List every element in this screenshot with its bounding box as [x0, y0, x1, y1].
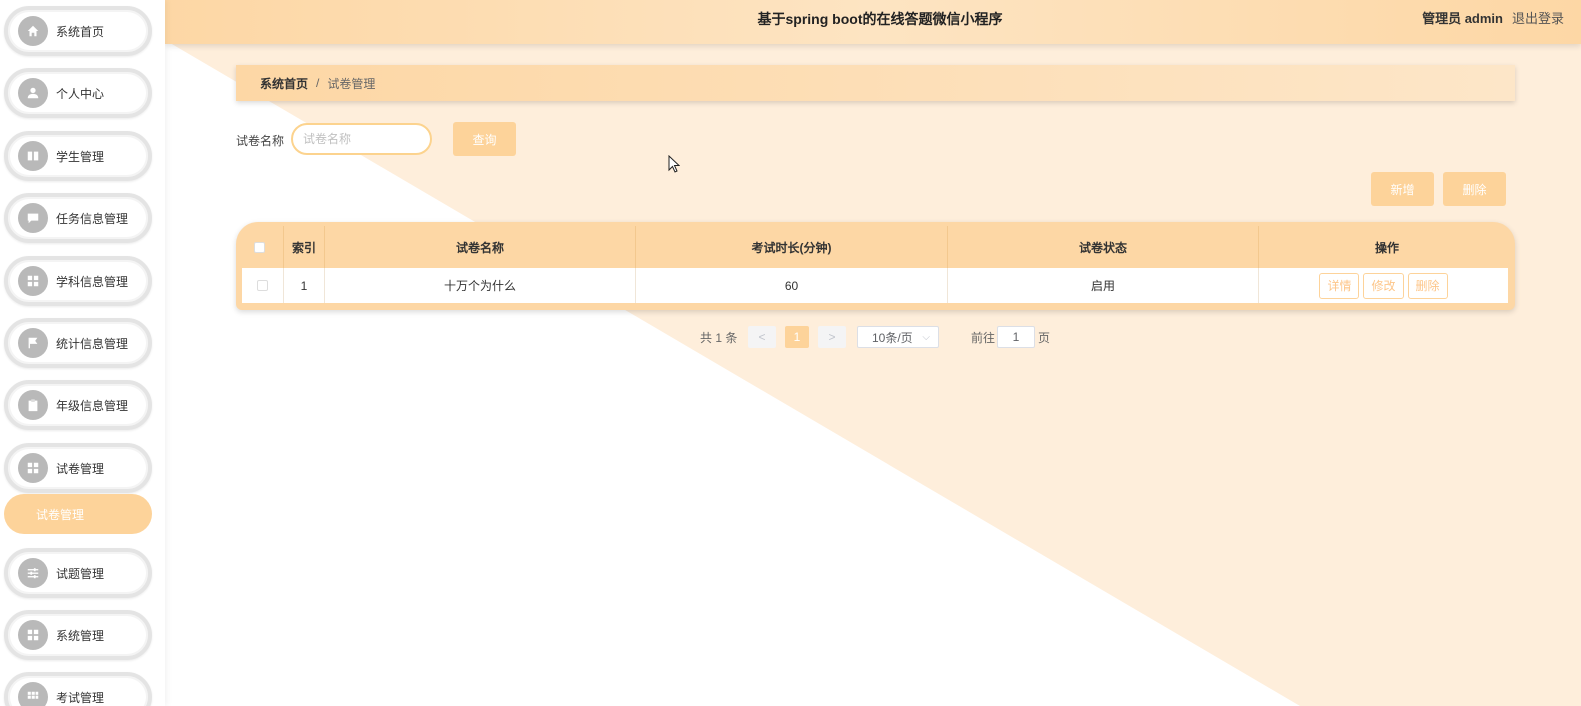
user-icon: [18, 78, 48, 108]
column-header-duration: 考试时长(分钟): [636, 226, 948, 268]
sidebar-item-grades[interactable]: 年级信息管理: [4, 380, 152, 430]
column-header-status: 试卷状态: [948, 226, 1259, 268]
column-header-actions: 操作: [1374, 240, 1399, 255]
sidebar-item-subjects[interactable]: 学科信息管理: [4, 256, 152, 306]
select-all-cell: [236, 226, 284, 268]
sidebar-item-label: 学生管理: [56, 149, 105, 164]
chevron-down-icon: ⌵: [922, 331, 930, 343]
page-size-value: 10条/页: [872, 330, 913, 345]
table-header: 索引 试卷名称 考试时长(分钟) 试卷状态 操作: [236, 226, 1515, 268]
flag-icon: [18, 328, 48, 358]
cell-index: 1: [284, 268, 325, 303]
edit-button[interactable]: 修改: [1363, 272, 1404, 299]
goto-label: 前往: [971, 330, 996, 345]
sidebar-item-label: 统计信息管理: [56, 336, 129, 351]
breadcrumb-separator: /: [316, 76, 320, 90]
sidebar-item-label: 年级信息管理: [56, 398, 129, 413]
column-header-index: 索引: [284, 226, 325, 268]
sidebar-item-label: 系统管理: [56, 628, 105, 643]
pagination-total: 共 1 条: [700, 330, 738, 345]
sidebar-item-label: 考试管理: [56, 690, 105, 705]
home-icon: [18, 16, 48, 46]
search-label: 试卷名称: [236, 134, 285, 148]
breadcrumb: 系统首页 / 试卷管理: [236, 65, 1515, 101]
sidebar-item-label: 学科信息管理: [56, 274, 129, 289]
table-row[interactable]: 1 十万个为什么 60 启用 详情 修改 删除: [242, 268, 1508, 303]
sidebar-item-label: 任务信息管理: [56, 211, 129, 226]
cell-status: 启用: [948, 268, 1259, 303]
mouse-cursor-icon: [668, 155, 680, 173]
detail-button[interactable]: 详情: [1319, 272, 1360, 299]
sidebar-item-label: 试卷管理: [56, 461, 105, 476]
sidebar: 系统首页 个人中心 学生管理 任务信息管理 学科信息管理 统计信息管理 年级信息…: [0, 0, 165, 706]
sliders-icon: [18, 558, 48, 588]
sidebar-item-statistics[interactable]: 统计信息管理: [4, 318, 152, 368]
sidebar-item-tasks[interactable]: 任务信息管理: [4, 193, 152, 243]
sidebar-item-profile[interactable]: 个人中心: [4, 68, 152, 118]
background-decoration: [165, 40, 1581, 706]
next-page-button[interactable]: >: [818, 326, 846, 348]
sidebar-item-label: 系统首页: [56, 24, 105, 39]
page-suffix: 页: [1038, 330, 1051, 345]
sidebar-item-students[interactable]: 学生管理: [4, 131, 152, 181]
app-title: 基于spring boot的在线答题微信小程序: [757, 11, 1003, 27]
search-button[interactable]: 查询: [453, 122, 516, 156]
top-header: 基于spring boot的在线答题微信小程序 管理员 admin 退出登录: [165, 0, 1581, 44]
cell-actions: 详情 修改 删除: [1259, 268, 1508, 303]
prev-page-button[interactable]: <: [748, 326, 776, 348]
sidebar-item-system[interactable]: 系统管理: [4, 610, 152, 660]
submenu-item-papers[interactable]: 试卷管理: [4, 494, 152, 534]
page-size-select[interactable]: 10条/页 ⌵: [857, 326, 939, 348]
sidebar-item-label: 试题管理: [56, 566, 105, 581]
current-user: 管理员 admin: [1422, 11, 1503, 26]
sidebar-item-exams[interactable]: 考试管理: [4, 672, 152, 706]
search-input[interactable]: [291, 123, 432, 155]
column-header-name: 试卷名称: [325, 226, 636, 268]
cell-duration: 60: [636, 268, 948, 303]
select-all-checkbox[interactable]: [254, 241, 265, 253]
row-select-cell: [242, 268, 284, 303]
logout-link[interactable]: 退出登录: [1512, 0, 1564, 38]
goto-page-input[interactable]: 1: [997, 326, 1035, 348]
breadcrumb-home[interactable]: 系统首页: [260, 75, 308, 92]
sidebar-item-home[interactable]: 系统首页: [4, 6, 152, 56]
grid-icon: [18, 266, 48, 296]
breadcrumb-current: 试卷管理: [327, 76, 376, 91]
row-delete-button[interactable]: 删除: [1407, 272, 1448, 299]
message-icon: [18, 203, 48, 233]
clipboard-icon: [18, 390, 48, 420]
row-checkbox[interactable]: [257, 280, 268, 291]
sidebar-item-questions[interactable]: 试题管理: [4, 548, 152, 598]
sidebar-item-papers[interactable]: 试卷管理: [4, 443, 152, 493]
table-icon: [18, 682, 48, 706]
page-number-current[interactable]: 1: [785, 326, 809, 348]
add-button[interactable]: 新增: [1371, 172, 1434, 206]
data-table: 索引 试卷名称 考试时长(分钟) 试卷状态 操作 1 十万个为什么 60 启用 …: [236, 222, 1515, 310]
grid-icon: [18, 620, 48, 650]
sidebar-item-label: 个人中心: [56, 86, 105, 101]
grid-icon: [18, 453, 48, 483]
cell-name: 十万个为什么: [325, 268, 636, 303]
bulk-delete-button[interactable]: 删除: [1443, 172, 1506, 206]
book-icon: [18, 141, 48, 171]
